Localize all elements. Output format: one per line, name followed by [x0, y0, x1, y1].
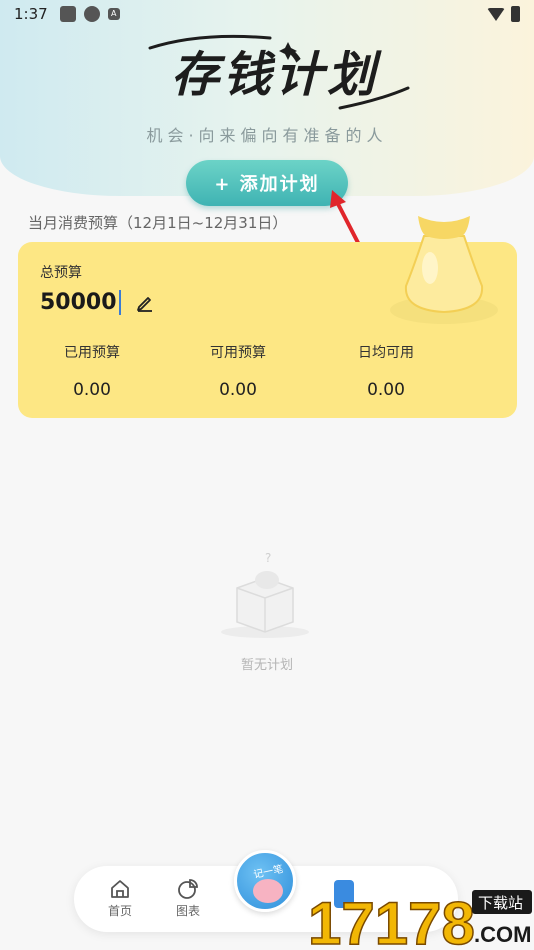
status-time: 1:37: [14, 5, 48, 23]
pie-chart-icon: [178, 879, 198, 899]
site-watermark: 17178 下载站 .COM: [307, 889, 532, 950]
nav-home-label: 首页: [107, 904, 132, 918]
pig-icon: [253, 879, 283, 903]
edit-icon[interactable]: [136, 294, 154, 312]
stat-value: 0.00: [367, 380, 405, 400]
stat-used: 已用预算 0.00: [18, 342, 166, 400]
hero-subtitle: 机会·向来偏向有准备的人: [146, 126, 388, 145]
total-budget-value[interactable]: 50000: [40, 290, 121, 315]
budget-period: 当月消费预算（12月1日~12月31日）: [28, 214, 288, 232]
stat-label: 日均可用: [358, 345, 414, 361]
wifi-icon: [487, 7, 505, 21]
hero-title: 存钱计划: [170, 47, 379, 103]
watermark-domain: .COM: [474, 922, 531, 947]
watermark-number: 17178: [308, 890, 475, 950]
stat-value: 0.00: [73, 380, 111, 400]
nav-chart-label: 图表: [175, 904, 200, 918]
app-notification-icon: [59, 6, 76, 22]
record-button[interactable]: 记一笔: [234, 850, 296, 912]
stat-label: 可用预算: [210, 345, 266, 361]
money-bag-icon: [390, 216, 498, 324]
nav-home[interactable]: 首页: [98, 878, 142, 919]
battery-icon: [511, 6, 520, 22]
record-label: 记一笔: [252, 863, 285, 881]
svg-text:?: ?: [265, 551, 271, 565]
status-bar: 1:37 A: [0, 0, 534, 28]
home-icon: [111, 880, 129, 898]
watermark-brand: 下载站: [478, 894, 523, 912]
total-budget-label: 总预算: [40, 265, 82, 281]
aperture-icon: [83, 6, 100, 22]
stat-daily: 日均可用 0.00: [312, 342, 460, 400]
a-icon: A: [107, 8, 120, 20]
status-right: [487, 6, 520, 22]
nav-chart[interactable]: 图表: [166, 878, 210, 919]
empty-box-icon: ?: [221, 551, 309, 638]
empty-state-text: 暂无计划: [240, 658, 293, 673]
stat-available: 可用预算 0.00: [164, 342, 312, 400]
stat-value: 0.00: [219, 380, 257, 400]
stat-label: 已用预算: [64, 345, 120, 361]
